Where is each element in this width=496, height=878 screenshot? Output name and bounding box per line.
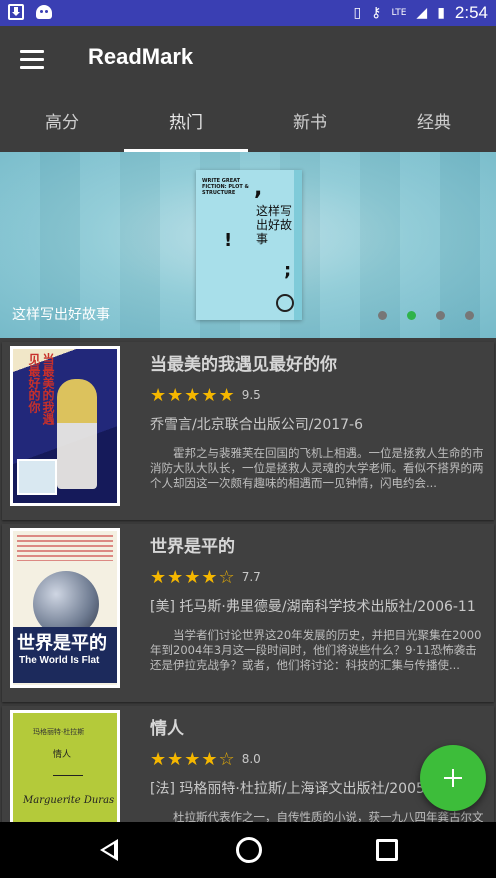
app-bar: ReadMark	[0, 26, 496, 96]
clock: 2:54	[454, 3, 488, 22]
cover-subtitle-text: The World Is Flat	[19, 655, 100, 666]
carousel-dot[interactable]	[436, 311, 445, 320]
tab-bar: 高分 热门 新书 经典	[0, 96, 496, 152]
rating-stars-icon: ★★★★☆	[150, 566, 236, 588]
status-bar: ▯ ⚷ LTE ◢ ▮ 2:54	[0, 0, 496, 26]
book-title: 世界是平的	[150, 537, 235, 557]
key-icon: ⚷	[371, 5, 382, 21]
network-label: LTE	[391, 8, 407, 18]
app-title: ReadMark	[88, 44, 194, 69]
cover-title-text: 世界是平的	[17, 633, 107, 654]
cover-english-title: WRITE GREAT FICTION: PLOT & STRUCTURE	[202, 178, 249, 196]
banner-caption: 这样写出好故事	[12, 307, 110, 323]
book-cover: 玛格丽特·杜拉斯 情人 Marguerite Duras	[10, 710, 120, 822]
publisher-seal-icon	[276, 294, 294, 312]
book-summary: 杜拉斯代表作之一，自传性质的小说，获一九八四年龚古尔文学奖。全书以法国殖民者在越…	[173, 810, 484, 822]
download-icon	[8, 4, 24, 20]
book-title: 当最美的我遇见最好的你	[150, 355, 337, 375]
tab-top-rated[interactable]: 高分	[0, 96, 124, 152]
carousel-dot-active[interactable]	[407, 311, 416, 320]
recent-apps-icon[interactable]	[376, 839, 398, 861]
home-icon[interactable]	[236, 837, 262, 863]
signal-icon: ◢	[416, 5, 428, 21]
rating-value: 8.0	[241, 752, 261, 766]
book-summary: 当学者们讨论世界这20年发展的历史，并把目光聚集在2000年到2004年3月这一…	[150, 628, 482, 672]
book-title: 情人	[150, 719, 184, 739]
carousel-indicator	[378, 311, 474, 320]
book-meta: [美] 托马斯·弗里德曼/湖南科学技术出版社/2006-11	[150, 599, 476, 615]
book-card[interactable]: 世界是平的 The World Is Flat 世界是平的 ★★★★☆ 7.7 …	[2, 524, 494, 702]
book-card[interactable]: 当最美的我遇见最好的你 当最美的我遇见最好的你 ★★★★★ 9.5 乔雪言/北京…	[2, 342, 494, 520]
add-button[interactable]	[420, 745, 486, 811]
carousel-dot[interactable]	[378, 311, 387, 320]
book-card[interactable]: 玛格丽特·杜拉斯 情人 Marguerite Duras 情人 ★★★★☆ 8.…	[2, 706, 494, 822]
vibrate-icon: ▯	[353, 5, 362, 21]
rating-value: 9.5	[241, 388, 261, 402]
book-cover: 世界是平的 The World Is Flat	[10, 528, 120, 688]
carousel-dot[interactable]	[465, 311, 474, 320]
banner-book-cover[interactable]: WRITE GREAT FICTION: PLOT & STRUCTURE , …	[196, 170, 302, 320]
book-meta: 乔雪言/北京联合出版公司/2017-6	[150, 417, 364, 433]
rating-value: 7.7	[241, 570, 261, 584]
cover-title-text: 当最美的我遇见最好的你	[27, 353, 55, 425]
menu-icon[interactable]	[20, 48, 50, 74]
tab-classic[interactable]: 经典	[372, 96, 496, 152]
rating-stars-icon: ★★★★★	[150, 384, 236, 406]
tab-new[interactable]: 新书	[248, 96, 372, 152]
book-list: 当最美的我遇见最好的你 当最美的我遇见最好的你 ★★★★★ 9.5 乔雪言/北京…	[0, 338, 496, 822]
battery-icon: ▮	[437, 5, 445, 21]
banner-carousel[interactable]: WRITE GREAT FICTION: PLOT & STRUCTURE , …	[0, 152, 496, 338]
android-icon	[36, 5, 52, 19]
rating-stars-icon: ★★★★☆	[150, 748, 236, 770]
book-cover: 当最美的我遇见最好的你	[10, 346, 120, 506]
back-icon[interactable]	[98, 836, 126, 864]
tab-popular[interactable]: 热门	[124, 96, 248, 152]
cover-chinese-title: 这样写出好故事	[256, 204, 293, 246]
book-summary: 霍邦之与裴雅芙在回国的飞机上相遇。一位是拯救人生命的市消防大队大队长，一位是拯救…	[150, 446, 484, 490]
navigation-bar	[0, 822, 496, 878]
